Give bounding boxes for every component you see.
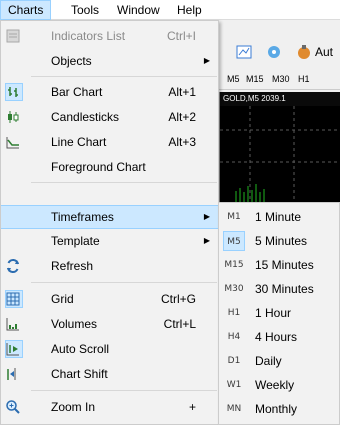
menu-item-label: Timeframes (51, 210, 114, 224)
timeframe-code: H4 (227, 332, 241, 342)
menu-separator (31, 182, 217, 183)
line-chart-icon (6, 137, 19, 149)
menu-item-foreground-chart[interactable]: Foreground Chart (1, 155, 218, 179)
menu-item-bar-chart[interactable]: Bar Chart Alt+1 (1, 80, 218, 104)
timeframe-code: W1 (226, 380, 242, 390)
charts-menu: Indicators List Ctrl+I Objects ▶ Bar Cha… (0, 20, 219, 425)
timeframe-m15[interactable]: M15 (246, 74, 264, 84)
timeframe-item-m15[interactable]: M15 15 Minutes (219, 253, 339, 277)
submenu-arrow-icon: ▶ (203, 236, 210, 245)
indicators-list-icon (6, 29, 20, 43)
menu-bar: Charts Tools Window Help (0, 0, 340, 20)
bar-chart-icon (8, 87, 18, 97)
timeframe-item-w1[interactable]: W1 Weekly (219, 373, 339, 397)
menu-item-chart-shift[interactable]: Chart Shift (1, 362, 218, 386)
timeframe-code: M1 (227, 212, 241, 222)
timeframe-h1[interactable]: H1 (298, 74, 310, 84)
menu-item-label: Indicators List (51, 29, 126, 43)
timeframe-label: 30 Minutes (255, 282, 314, 296)
menu-item-label: Foreground Chart (51, 160, 146, 174)
chart-toolbar-icon[interactable] (236, 44, 252, 60)
menu-item-refresh[interactable]: Refresh (1, 254, 218, 278)
volumes-icon (6, 318, 19, 331)
timeframe-item-h4[interactable]: H4 4 Hours (219, 325, 339, 349)
timeframe-m30[interactable]: M30 (272, 74, 290, 84)
menu-item-label: Grid (51, 292, 74, 306)
submenu-arrow-icon: ▶ (203, 56, 210, 65)
timeframe-label: 5 Minutes (255, 234, 308, 248)
menu-item-label: Volumes (51, 317, 98, 331)
timeframe-item-h1[interactable]: H1 1 Hour (219, 301, 339, 325)
menu-tools[interactable]: Tools (64, 0, 106, 20)
auto-trading-icon[interactable] (296, 44, 312, 60)
chart-window[interactable]: GOLD,M5 2039.1 (218, 92, 340, 202)
menu-help[interactable]: Help (170, 0, 209, 20)
menu-item-label: Objects (51, 54, 92, 68)
timeframe-label: Monthly (255, 402, 298, 416)
menu-item-label: Refresh (51, 259, 94, 273)
menu-item-template[interactable]: Template ▶ (1, 229, 218, 253)
menu-item-shortcut: Alt+2 (168, 110, 196, 124)
timeframe-label: Daily (255, 354, 282, 368)
timeframe-label: 15 Minutes (255, 258, 314, 272)
timeframe-label: 4 Hours (255, 330, 298, 344)
submenu-arrow-icon: ▶ (203, 212, 210, 221)
menu-separator (31, 390, 217, 391)
chart-title: GOLD,M5 2039.1 (220, 92, 340, 106)
menu-item-shortcut: Ctrl+I (166, 29, 196, 43)
menu-item-objects[interactable]: Objects ▶ (1, 49, 218, 73)
menu-item-line-chart[interactable]: Line Chart Alt+3 (1, 130, 218, 154)
candlesticks-icon (8, 111, 19, 123)
timeframes-submenu: M1 1 Minute M5 5 Minutes M15 15 Minutes … (218, 202, 340, 425)
menu-item-shortcut: Alt+3 (168, 135, 196, 149)
signal-icon[interactable] (266, 44, 282, 60)
menu-item-zoom-in[interactable]: Zoom In + (1, 395, 218, 419)
menu-item-label: Candlesticks (51, 110, 120, 124)
menu-item-shortcut: + (188, 400, 196, 414)
chart-shift-icon (7, 368, 16, 380)
menu-separator (31, 282, 217, 283)
menu-item-label: Zoom In (51, 400, 96, 414)
timeframe-code: D1 (227, 356, 241, 366)
menu-item-label: Chart Shift (51, 367, 108, 381)
timeframe-code: M15 (224, 260, 244, 270)
timeframe-toolbar: M5 M15 M30 H1 (218, 70, 340, 90)
timeframe-code: MN (226, 404, 242, 414)
menu-item-label: Bar Chart (51, 85, 103, 99)
refresh-icon (7, 258, 19, 274)
timeframe-m5[interactable]: M5 (227, 74, 240, 84)
menu-item-label: Line Chart (51, 135, 107, 149)
timeframe-code: M5 (223, 231, 245, 251)
timeframe-label: 1 Minute (255, 210, 302, 224)
menu-item-shortcut: Ctrl+L (163, 317, 196, 331)
timeframe-item-d1[interactable]: D1 Daily (219, 349, 339, 373)
menu-item-shortcut: Ctrl+G (160, 292, 196, 306)
menu-separator (31, 76, 217, 77)
auto-trading-label[interactable]: Aut (315, 45, 333, 59)
menu-item-grid[interactable]: Grid Ctrl+G (1, 287, 218, 311)
grid-icon (6, 292, 20, 306)
timeframe-label: 1 Hour (255, 306, 292, 320)
timeframe-item-m5[interactable]: M5 5 Minutes (219, 229, 339, 253)
zoom-in-icon (6, 400, 20, 414)
timeframe-item-m30[interactable]: M30 30 Minutes (219, 277, 339, 301)
menu-item-auto-scroll[interactable]: Auto Scroll (1, 337, 218, 361)
menu-item-shortcut: Alt+1 (168, 85, 196, 99)
menu-item-label: Auto Scroll (51, 342, 110, 356)
background-toolbar: Aut (218, 40, 340, 66)
auto-scroll-icon (6, 343, 19, 356)
menu-item-indicators-list[interactable]: Indicators List Ctrl+I (1, 24, 218, 48)
menu-item-volumes[interactable]: Volumes Ctrl+L (1, 312, 218, 336)
menu-window[interactable]: Window (110, 0, 167, 20)
timeframe-item-m1[interactable]: M1 1 Minute (219, 205, 339, 229)
menu-item-candlesticks[interactable]: Candlesticks Alt+2 (1, 105, 218, 129)
timeframe-code: H1 (227, 308, 241, 318)
chart-grid (220, 106, 340, 202)
timeframe-label: Weekly (255, 378, 295, 392)
timeframe-code: M30 (224, 284, 244, 294)
menu-item-timeframes[interactable]: Timeframes ▶ (1, 205, 218, 229)
menu-item-label: Template (51, 234, 100, 248)
menu-charts[interactable]: Charts (0, 0, 52, 20)
timeframe-item-mn[interactable]: MN Monthly (219, 397, 339, 421)
